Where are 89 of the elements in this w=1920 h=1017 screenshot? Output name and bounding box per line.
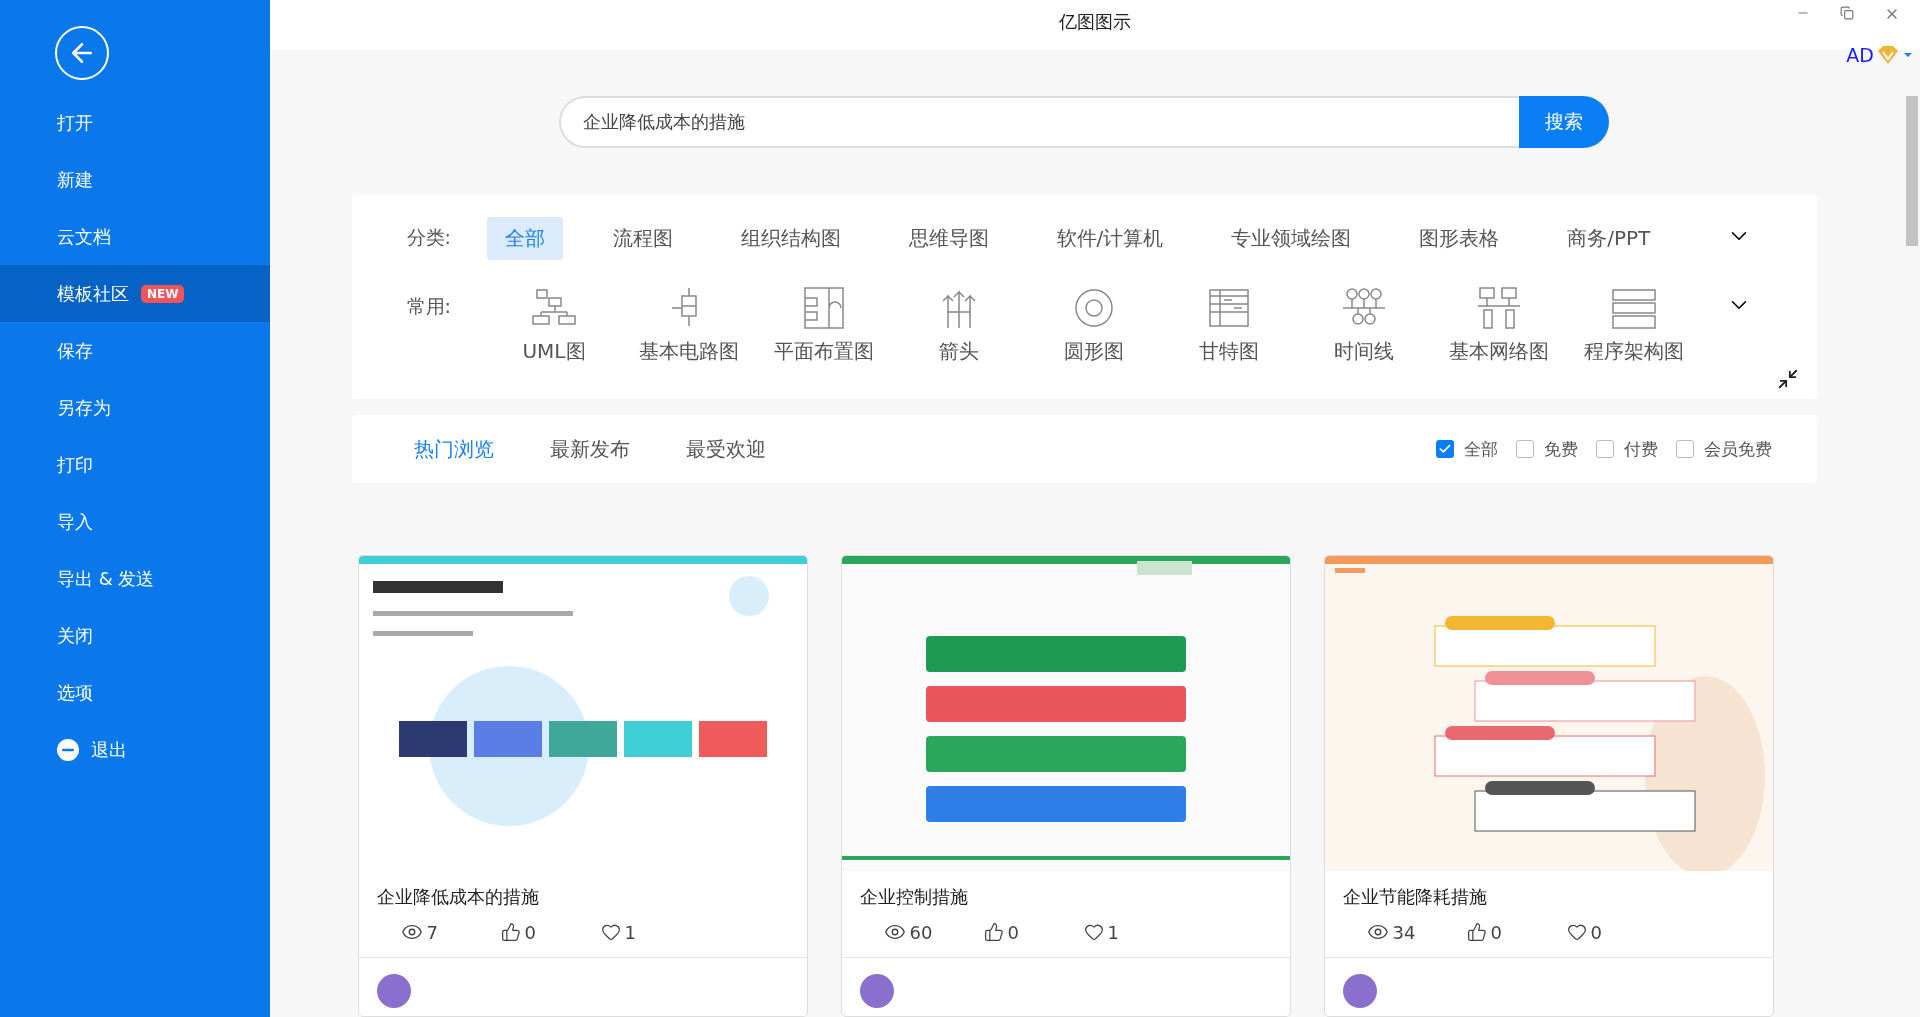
view-count: 7 (426, 921, 438, 943)
category-tab[interactable]: 思维导图 (890, 217, 1007, 260)
favorite-count: 1 (1107, 921, 1119, 943)
sort-tab[interactable]: 热门浏览 (413, 435, 494, 463)
template-card[interactable]: 企业降低成本的措施 7 0 1 (357, 555, 808, 1017)
view-count: 60 (909, 921, 933, 943)
template-title: 企业控制措施 (858, 885, 969, 909)
new-badge: NEW (141, 284, 185, 303)
sidebar-item[interactable]: 导入 (0, 493, 270, 550)
favorite-count: 0 (1590, 921, 1602, 943)
diagram-type-link[interactable]: 时间线 (1334, 338, 1394, 365)
category-tab[interactable]: 专业领域绘图 (1213, 217, 1370, 260)
search-field[interactable]: 企业降低成本的措施 (559, 96, 1519, 148)
checkbox[interactable] (1595, 440, 1614, 458)
sidebar-item[interactable]: 打开 (0, 94, 270, 151)
diagram-type-link[interactable]: 甘特图 (1199, 338, 1259, 365)
category-tab[interactable]: 软件/计算机 (1038, 217, 1182, 260)
thumbs-up-icon[interactable] (1466, 922, 1487, 942)
like-count: 0 (1007, 921, 1019, 943)
sidebar-label: 打开 (57, 110, 93, 135)
scrollbar-thumb[interactable] (1906, 96, 1918, 246)
diagram-type-link[interactable]: 圆形图 (1064, 338, 1124, 365)
category-tab[interactable]: 流程图 (594, 217, 691, 260)
sidebar-item[interactable]: 导出 & 发送 (0, 550, 270, 607)
sidebar-item[interactable]: 打印 (0, 436, 270, 493)
checkbox[interactable] (1675, 440, 1694, 458)
sidebar-label: 云文档 (57, 224, 111, 249)
sidebar-item[interactable]: 关闭 (0, 607, 270, 664)
restore-icon[interactable] (1840, 6, 1854, 20)
filter-label: 免费 (1543, 437, 1578, 461)
sidebar-item[interactable]: 退出 (0, 721, 270, 778)
sidebar-label: 新建 (57, 167, 93, 192)
sidebar-label: 选项 (57, 680, 93, 705)
minus-circle-icon (57, 738, 79, 761)
diagram-type-link[interactable]: 箭头 (939, 338, 979, 365)
heart-icon[interactable] (1566, 922, 1587, 942)
category-tab[interactable]: 图形表格 (1401, 217, 1518, 260)
thumbs-up-icon[interactable] (983, 922, 1004, 942)
category-tab[interactable]: 组织结构图 (722, 217, 859, 260)
sidebar-item[interactable]: 新建 (0, 151, 270, 208)
sidebar-item[interactable]: 模板社区 NEW (0, 265, 270, 322)
sidebar-label: 保存 (57, 338, 93, 363)
filter-label: 全部 (1463, 437, 1498, 461)
back-button[interactable] (55, 26, 109, 80)
check-icon (1437, 442, 1452, 456)
heart-icon[interactable] (1083, 922, 1104, 942)
like-count: 0 (1490, 921, 1502, 943)
user-name[interactable]: AD (1846, 44, 1874, 66)
diagram-type-link[interactable]: 基本网络图 (1449, 338, 1549, 365)
sidebar-label: 关闭 (57, 623, 93, 648)
like-count: 0 (524, 921, 536, 943)
avatar (1342, 974, 1377, 1008)
common-label: 常用: (406, 294, 452, 319)
diagram-type-link[interactable]: 程序架构图 (1584, 338, 1684, 365)
template-card[interactable]: 企业节能降耗措施 34 0 0 (1323, 555, 1774, 1017)
category-tab[interactable]: 商务/PPT (1549, 217, 1669, 260)
category-label: 分类: (406, 225, 452, 250)
window-title: 亿图图示 (1059, 10, 1131, 34)
sidebar-label: 导入 (57, 509, 93, 534)
diagram-type-link[interactable]: 基本电路图 (639, 338, 739, 365)
collapse-icon[interactable] (1776, 368, 1799, 390)
checkbox[interactable] (1515, 440, 1534, 458)
sidebar-label: 另存为 (57, 395, 111, 420)
sidebar-item[interactable]: 另存为 (0, 379, 270, 436)
template-title: 企业节能降耗措施 (1341, 885, 1488, 909)
filter-label: 付费 (1623, 437, 1658, 461)
sort-tab[interactable]: 最新发布 (549, 435, 630, 463)
diagram-type-link[interactable]: 平面布置图 (774, 338, 874, 365)
diagram-type-icon (1609, 286, 1659, 330)
sidebar-item[interactable]: 保存 (0, 322, 270, 379)
checkbox[interactable] (1435, 440, 1454, 458)
search-button[interactable]: 搜索 (1519, 96, 1609, 148)
sidebar-item[interactable]: 云文档 (0, 208, 270, 265)
sidebar-item[interactable]: 选项 (0, 664, 270, 721)
sidebar-label: 导出 & 发送 (57, 566, 155, 591)
filter-label: 会员免费 (1703, 437, 1772, 461)
diagram-type-link[interactable]: UML图 (522, 338, 586, 365)
avatar (859, 974, 894, 1008)
sidebar-label: 退出 (91, 737, 127, 762)
sort-tab[interactable]: 最受欢迎 (685, 435, 766, 463)
template-card[interactable]: 企业控制措施 60 0 1 (840, 555, 1291, 1017)
avatar (376, 974, 411, 1008)
sidebar-label: 打印 (57, 452, 93, 477)
thumbs-up-icon[interactable] (500, 922, 521, 942)
view-count: 34 (1392, 921, 1416, 943)
template-title: 企业降低成本的措施 (375, 885, 540, 909)
sidebar-label: 模板社区 (57, 281, 129, 306)
heart-icon[interactable] (600, 922, 621, 942)
favorite-count: 1 (624, 921, 636, 943)
